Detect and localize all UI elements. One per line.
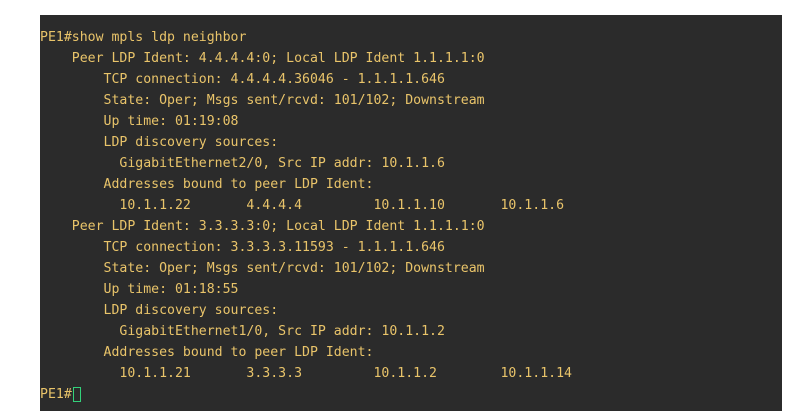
terminal-line-discovery-source: GigabitEthernet2/0, Src IP addr: 10.1.1.…: [40, 156, 445, 171]
terminal-line-discovery-header: LDP discovery sources:: [40, 135, 279, 150]
terminal-line-addresses-header: Addresses bound to peer LDP Ident:: [40, 177, 374, 192]
terminal-line-tcp-connection: TCP connection: 3.3.3.3.11593 - 1.1.1.1.…: [40, 240, 445, 255]
terminal-line-state: State: Oper; Msgs sent/rcvd: 101/102; Do…: [40, 261, 485, 276]
terminal-prompt: PE1#: [40, 387, 72, 402]
terminal-line-discovery-source: GigabitEthernet1/0, Src IP addr: 10.1.1.…: [40, 324, 445, 339]
terminal-line-peer-header: Peer LDP Ident: 3.3.3.3:0; Local LDP Ide…: [40, 219, 485, 234]
terminal-line-peer-header: Peer LDP Ident: 4.4.4.4:0; Local LDP Ide…: [40, 51, 485, 66]
terminal-prompt-line[interactable]: PE1#: [40, 384, 572, 405]
terminal-line-state: State: Oper; Msgs sent/rcvd: 101/102; Do…: [40, 93, 485, 108]
terminal-line-uptime: Up time: 01:18:55: [40, 282, 239, 297]
text-cursor: [72, 387, 81, 402]
terminal-line-addresses: 10.1.1.21 3.3.3.3 10.1.1.2 10.1.1.14: [40, 366, 572, 381]
terminal-line-addresses-header: Addresses bound to peer LDP Ident:: [40, 345, 374, 360]
terminal-line-discovery-header: LDP discovery sources:: [40, 303, 279, 318]
terminal-line-command: PE1#show mpls ldp neighbor: [40, 30, 247, 45]
terminal-line-uptime: Up time: 01:19:08: [40, 114, 239, 129]
terminal-output: PE1#show mpls ldp neighbor Peer LDP Iden…: [40, 27, 572, 405]
terminal-line-tcp-connection: TCP connection: 4.4.4.4.36046 - 1.1.1.1.…: [40, 72, 445, 87]
terminal-line-addresses: 10.1.1.22 4.4.4.4 10.1.1.10 10.1.1.6: [40, 198, 565, 213]
terminal-window[interactable]: PE1#show mpls ldp neighbor Peer LDP Iden…: [40, 15, 782, 411]
